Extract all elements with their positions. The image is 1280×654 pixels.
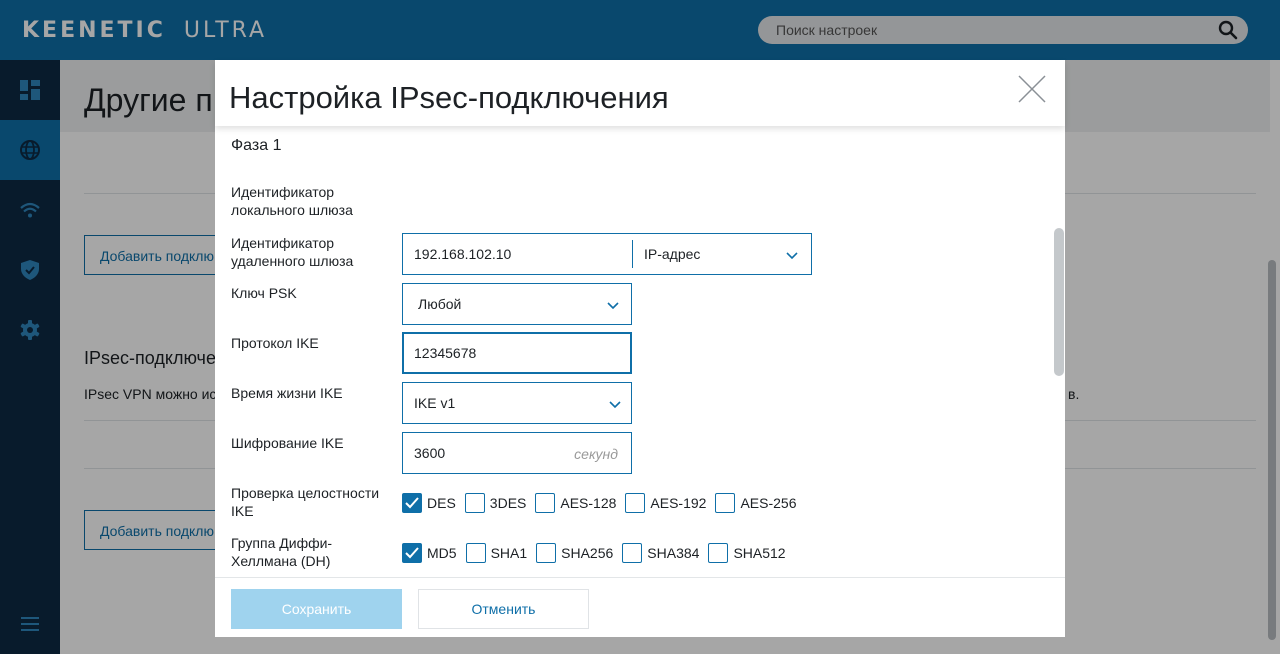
local-gateway-type-select[interactable]: IP-адрес [644, 246, 700, 262]
ike-lifetime-label: Время жизни IKE [231, 385, 343, 401]
checkbox-sha1[interactable]: SHA1 [465, 543, 528, 563]
checkbox-label: SHA384 [647, 545, 700, 561]
checkbox-sha256[interactable]: SHA256 [536, 543, 613, 563]
ike-protocol-value: IKE v1 [414, 395, 456, 411]
checkbox-label: AES-256 [740, 495, 797, 511]
field-divider [632, 240, 633, 268]
ike-lifetime-value: 3600 [414, 445, 446, 461]
ike-protocol-label: Протокол IKE [231, 335, 319, 351]
checkbox-box[interactable] [464, 493, 485, 513]
checkbox-box[interactable] [715, 493, 736, 513]
ike-encryption-label: Шифрование IKE [231, 435, 344, 451]
checkbox-label: DES [427, 495, 456, 511]
checkbox-aes-256[interactable]: AES-256 [715, 493, 797, 513]
remote-gateway-value: Любой [418, 296, 462, 312]
chevron-down-icon [609, 401, 621, 409]
ike-encryption-options: DES 3DES AES-128 AES-192 AES-256 [402, 492, 806, 514]
cancel-button[interactable]: Отменить [418, 589, 589, 629]
psk-label: Ключ PSK [231, 285, 297, 301]
psk-value: 12345678 [414, 345, 477, 361]
checkbox-aes-192[interactable]: AES-192 [625, 493, 706, 513]
ipsec-settings-dialog: Настройка IPsec-подключения Фаза 1 Идент… [215, 60, 1065, 637]
checkbox-box[interactable] [402, 493, 422, 513]
ike-integrity-label: Проверка целостности IKE [231, 485, 380, 519]
chevron-down-icon [607, 302, 619, 310]
ike-integrity-options: MD5 SHA1 SHA256 SHA384 SHA512 [402, 542, 795, 564]
dialog-scrollbar[interactable] [1054, 228, 1064, 376]
dialog-header: Настройка IPsec-подключения [215, 60, 1065, 126]
checkbox-md5[interactable]: MD5 [402, 543, 457, 563]
close-icon[interactable] [1017, 74, 1047, 104]
remote-gateway-label: Идентификатор удаленного шлюза [231, 235, 354, 269]
psk-input[interactable]: 12345678 [402, 332, 632, 374]
checkbox-sha384[interactable]: SHA384 [622, 543, 699, 563]
checkbox-box[interactable] [402, 543, 422, 563]
dialog-body: Фаза 1 Идентификатор локального шлюза 19… [215, 126, 1065, 578]
chevron-down-icon [786, 252, 798, 260]
checkbox-label: SHA256 [561, 545, 614, 561]
local-gateway-label: Идентификатор локального шлюза [231, 184, 353, 218]
checkbox-box[interactable] [708, 543, 729, 563]
checkbox-3des[interactable]: 3DES [464, 493, 527, 513]
checkbox-box[interactable] [465, 543, 486, 563]
checkbox-box[interactable] [536, 543, 557, 563]
checkbox-label: SHA512 [733, 545, 786, 561]
checkbox-box[interactable] [535, 493, 556, 513]
save-button[interactable]: Сохранить [231, 589, 402, 629]
checkbox-label: AES-192 [650, 495, 707, 511]
remote-gateway-select[interactable]: Любой [402, 283, 632, 325]
ike-protocol-select[interactable]: IKE v1 [402, 382, 632, 424]
dh-group-label: Группа Диффи-Хеллмана (DH) [231, 535, 333, 569]
checkbox-label: 3DES [489, 495, 527, 511]
ike-lifetime-unit: секунд [574, 446, 618, 462]
checkbox-label: SHA1 [490, 545, 528, 561]
checkbox-label: MD5 [427, 545, 457, 561]
checkbox-box[interactable] [622, 543, 643, 563]
phase-heading: Фаза 1 [231, 137, 282, 154]
local-gateway-group: 192.168.102.10 IP-адрес [402, 233, 812, 275]
checkbox-des[interactable]: DES [402, 493, 456, 513]
ike-lifetime-input[interactable]: 3600 секунд [402, 432, 632, 474]
checkbox-sha512[interactable]: SHA512 [708, 543, 786, 563]
checkbox-label: AES-128 [560, 495, 617, 511]
checkbox-aes-128[interactable]: AES-128 [535, 493, 616, 513]
local-gateway-input[interactable]: 192.168.102.10 [414, 246, 511, 262]
dialog-title: Настройка IPsec-подключения [229, 80, 669, 115]
dialog-footer: Сохранить Отменить [215, 577, 1065, 637]
checkbox-box[interactable] [625, 493, 646, 513]
